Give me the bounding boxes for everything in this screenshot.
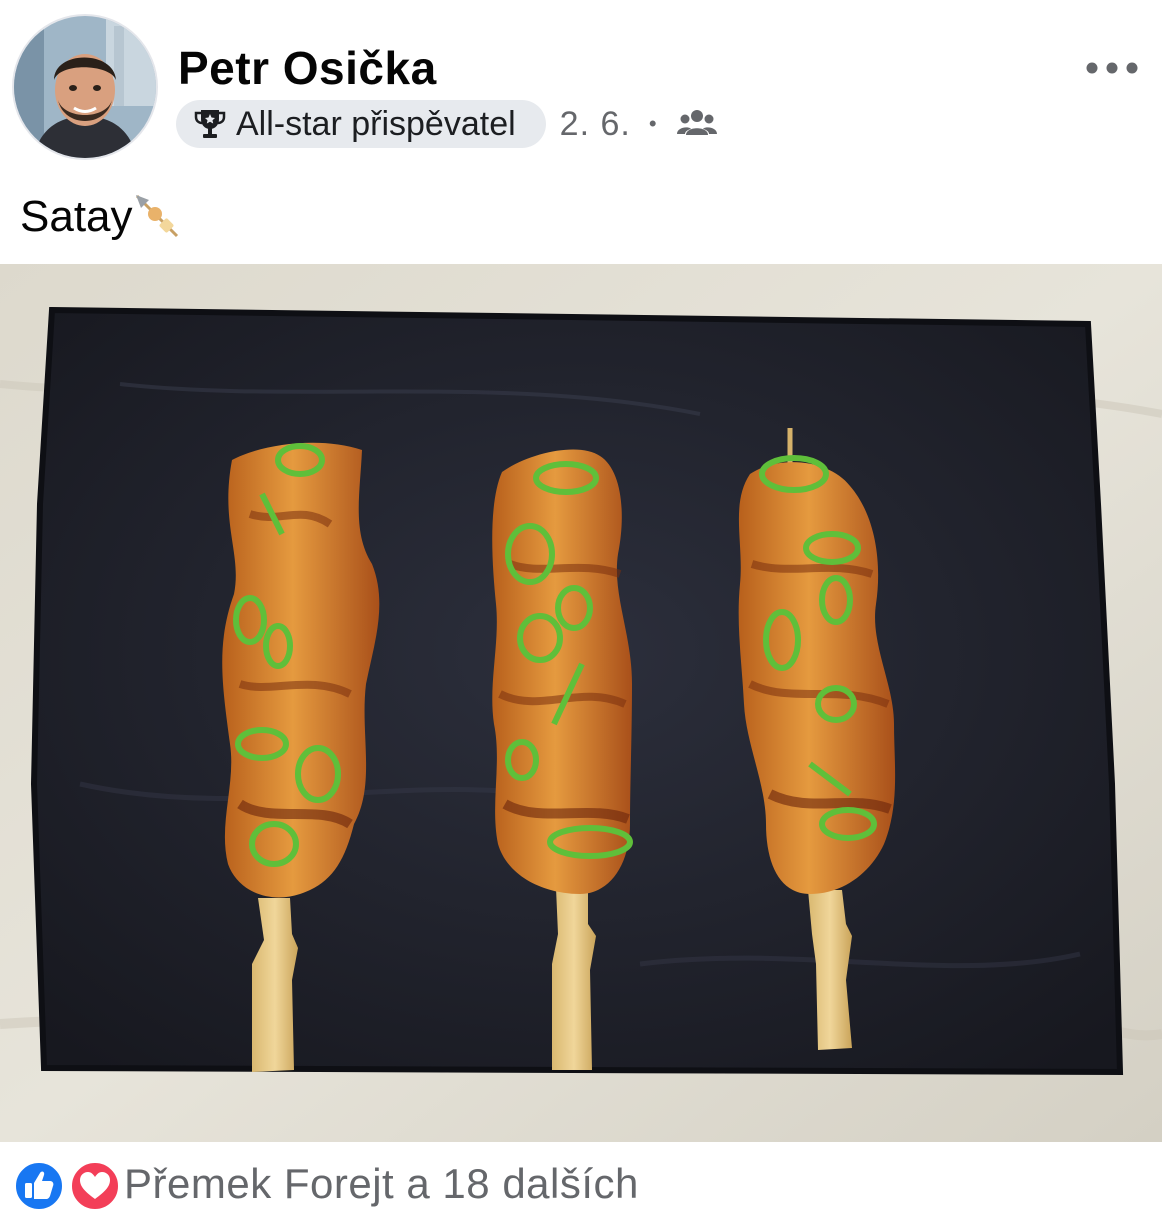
post-date[interactable]: 2. 6.: [560, 105, 631, 144]
oden-skewer-emoji: [133, 192, 183, 242]
trophy-icon: [192, 106, 228, 142]
badge-label: All-star přispěvatel: [236, 104, 516, 143]
author-name[interactable]: Petr Osička: [178, 38, 437, 98]
like-reaction-icon: [14, 1161, 64, 1211]
post-header: Petr Osička All-star přispěvatel 2. 6. •: [0, 0, 1162, 170]
post-meta: All-star přispěvatel 2. 6. •: [176, 100, 717, 148]
group-icon[interactable]: [676, 107, 717, 141]
reactions-summary[interactable]: Přemek Forejt a 18 dalších: [124, 1160, 639, 1208]
post-photo[interactable]: [0, 264, 1162, 1142]
meta-separator: •: [648, 111, 657, 136]
reactions-bar[interactable]: Přemek Forejt a 18 dalších: [14, 1154, 639, 1214]
post-caption: Satay: [20, 192, 133, 241]
love-reaction-icon: [70, 1161, 120, 1211]
reaction-icons[interactable]: [14, 1157, 120, 1211]
author-avatar[interactable]: [14, 16, 156, 158]
all-star-badge[interactable]: All-star přispěvatel: [176, 100, 546, 148]
post-text: Satay: [20, 188, 183, 246]
more-options-icon[interactable]: [1076, 48, 1148, 88]
